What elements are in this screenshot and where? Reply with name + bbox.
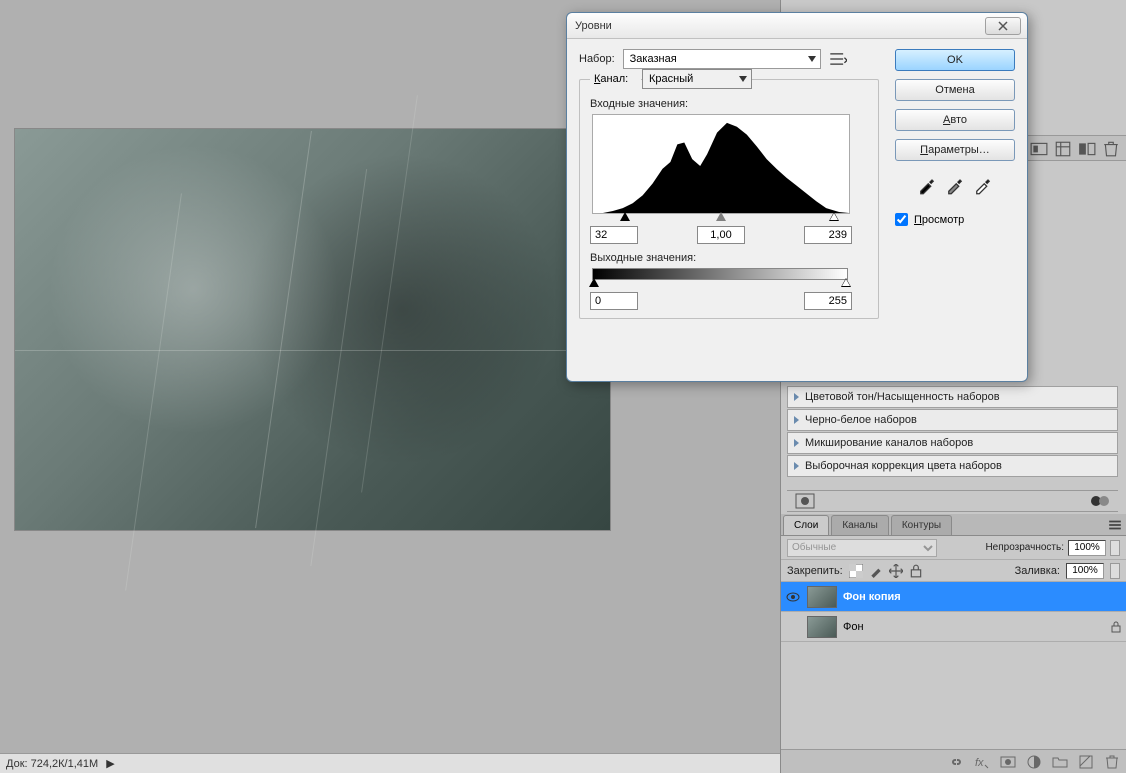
- preset-hue-saturation[interactable]: Цветовой тон/Насыщенность наборов: [787, 386, 1118, 408]
- preset-label: Набор:: [579, 53, 615, 65]
- histogram: [592, 114, 850, 214]
- tab-channels[interactable]: Каналы: [831, 515, 889, 535]
- layer-name: Фон копия: [843, 591, 901, 603]
- shadow-handle[interactable]: [620, 212, 630, 221]
- options-button[interactable]: Параметры…: [895, 139, 1015, 161]
- output-black-handle[interactable]: [589, 278, 599, 287]
- layer-thumbnail[interactable]: [807, 586, 837, 608]
- layers-footer: fx: [781, 749, 1126, 773]
- output-values-label: Выходные значения:: [590, 252, 868, 264]
- visibility-toggle-icon[interactable]: [785, 619, 801, 635]
- black-point-eyedropper-icon[interactable]: [917, 175, 937, 195]
- blend-mode-select[interactable]: Обычные: [787, 539, 937, 557]
- layer-mask-icon[interactable]: [1000, 754, 1016, 770]
- ok-button[interactable]: OK: [895, 49, 1015, 71]
- status-bar: Док: 724,2К/1,41M ▶: [0, 753, 780, 773]
- layer-name: Фон: [843, 621, 864, 633]
- output-gradient: [592, 268, 848, 280]
- lock-label: Закрепить:: [787, 565, 843, 577]
- toolbar-icon-2[interactable]: [1054, 140, 1072, 156]
- input-slider[interactable]: [592, 214, 850, 224]
- gray-point-eyedropper-icon[interactable]: [945, 175, 965, 195]
- toolbar-icon-trash[interactable]: [1102, 140, 1120, 156]
- levels-dialog: Уровни Набор: Заказная Канал: Красный Вх…: [566, 12, 1028, 382]
- output-white-handle[interactable]: [841, 278, 851, 287]
- toolbar-icon-3[interactable]: [1078, 140, 1096, 156]
- auto-button[interactable]: Авто: [895, 109, 1015, 131]
- preview-checkbox[interactable]: [895, 213, 908, 226]
- output-slider[interactable]: [592, 280, 850, 290]
- preset-black-white[interactable]: Черно-белое наборов: [787, 409, 1118, 431]
- preset-channel-mixer[interactable]: Микширование каналов наборов: [787, 432, 1118, 454]
- layer-row[interactable]: Фон копия: [781, 582, 1126, 612]
- svg-text:fx: fx: [975, 757, 984, 769]
- adjustment-layer-icon[interactable]: [1026, 754, 1042, 770]
- mask-mode-bar: [787, 490, 1118, 512]
- tab-paths[interactable]: Контуры: [891, 515, 952, 535]
- fill-input[interactable]: [1066, 563, 1104, 579]
- preset-select[interactable]: Заказная: [623, 49, 821, 69]
- fill-flyout-icon[interactable]: [1110, 563, 1120, 579]
- layers-panel: Слои Каналы Контуры Обычные Непрозрачнос…: [781, 514, 1126, 773]
- tab-layers[interactable]: Слои: [783, 515, 829, 535]
- lock-fill-row: Закрепить: Заливка:: [781, 560, 1126, 582]
- cancel-button[interactable]: Отмена: [895, 79, 1015, 101]
- standard-mode-icon[interactable]: [795, 493, 815, 509]
- blend-opacity-row: Обычные Непрозрачность:: [781, 536, 1126, 560]
- lock-icon: [1110, 621, 1122, 633]
- dialog-titlebar[interactable]: Уровни: [567, 13, 1027, 39]
- midtone-handle[interactable]: [716, 212, 726, 221]
- panel-menu-icon[interactable]: [1108, 518, 1122, 532]
- preset-options-icon[interactable]: [829, 50, 847, 68]
- panel-tabs: Слои Каналы Контуры: [781, 514, 1126, 536]
- output-black-input[interactable]: [590, 292, 638, 310]
- opacity-input[interactable]: [1068, 540, 1106, 556]
- lock-position-icon[interactable]: [889, 564, 903, 578]
- lock-pixels-icon[interactable]: [869, 564, 883, 578]
- dialog-title: Уровни: [575, 20, 612, 32]
- link-layers-icon[interactable]: [948, 754, 964, 770]
- preview-checkbox-row[interactable]: Просмотр: [895, 213, 1015, 226]
- layer-group-icon[interactable]: [1052, 754, 1068, 770]
- fill-label: Заливка:: [1015, 565, 1060, 577]
- layer-style-icon[interactable]: fx: [974, 754, 990, 770]
- delete-layer-icon[interactable]: [1104, 754, 1120, 770]
- input-values-label: Входные значения:: [590, 98, 868, 110]
- quick-mask-icon[interactable]: [1090, 493, 1110, 509]
- document-canvas[interactable]: [14, 128, 611, 531]
- shadow-input[interactable]: [590, 226, 638, 244]
- opacity-flyout-icon[interactable]: [1110, 540, 1120, 556]
- layer-row[interactable]: Фон: [781, 612, 1126, 642]
- highlight-handle[interactable]: [829, 212, 839, 221]
- lock-all-icon[interactable]: [909, 564, 923, 578]
- adjustment-preset-list: Цветовой тон/Насыщенность наборов Черно-…: [787, 386, 1118, 478]
- output-white-input[interactable]: [804, 292, 852, 310]
- white-point-eyedropper-icon[interactable]: [973, 175, 993, 195]
- preset-selective-color[interactable]: Выборочная коррекция цвета наборов: [787, 455, 1118, 477]
- layer-thumbnail[interactable]: [807, 616, 837, 638]
- midtone-input[interactable]: [697, 226, 745, 244]
- highlight-input[interactable]: [804, 226, 852, 244]
- new-layer-icon[interactable]: [1078, 754, 1094, 770]
- doc-size-text: Док: 724,2К/1,41M: [6, 758, 98, 770]
- close-button[interactable]: [985, 17, 1021, 35]
- toolbar-icon-1[interactable]: [1030, 140, 1048, 156]
- opacity-label: Непрозрачность:: [985, 542, 1064, 553]
- channel-legend: Канал:: [590, 73, 641, 85]
- lock-transparent-icon[interactable]: [849, 564, 863, 578]
- visibility-toggle-icon[interactable]: [785, 589, 801, 605]
- channel-select[interactable]: Красный: [642, 69, 752, 89]
